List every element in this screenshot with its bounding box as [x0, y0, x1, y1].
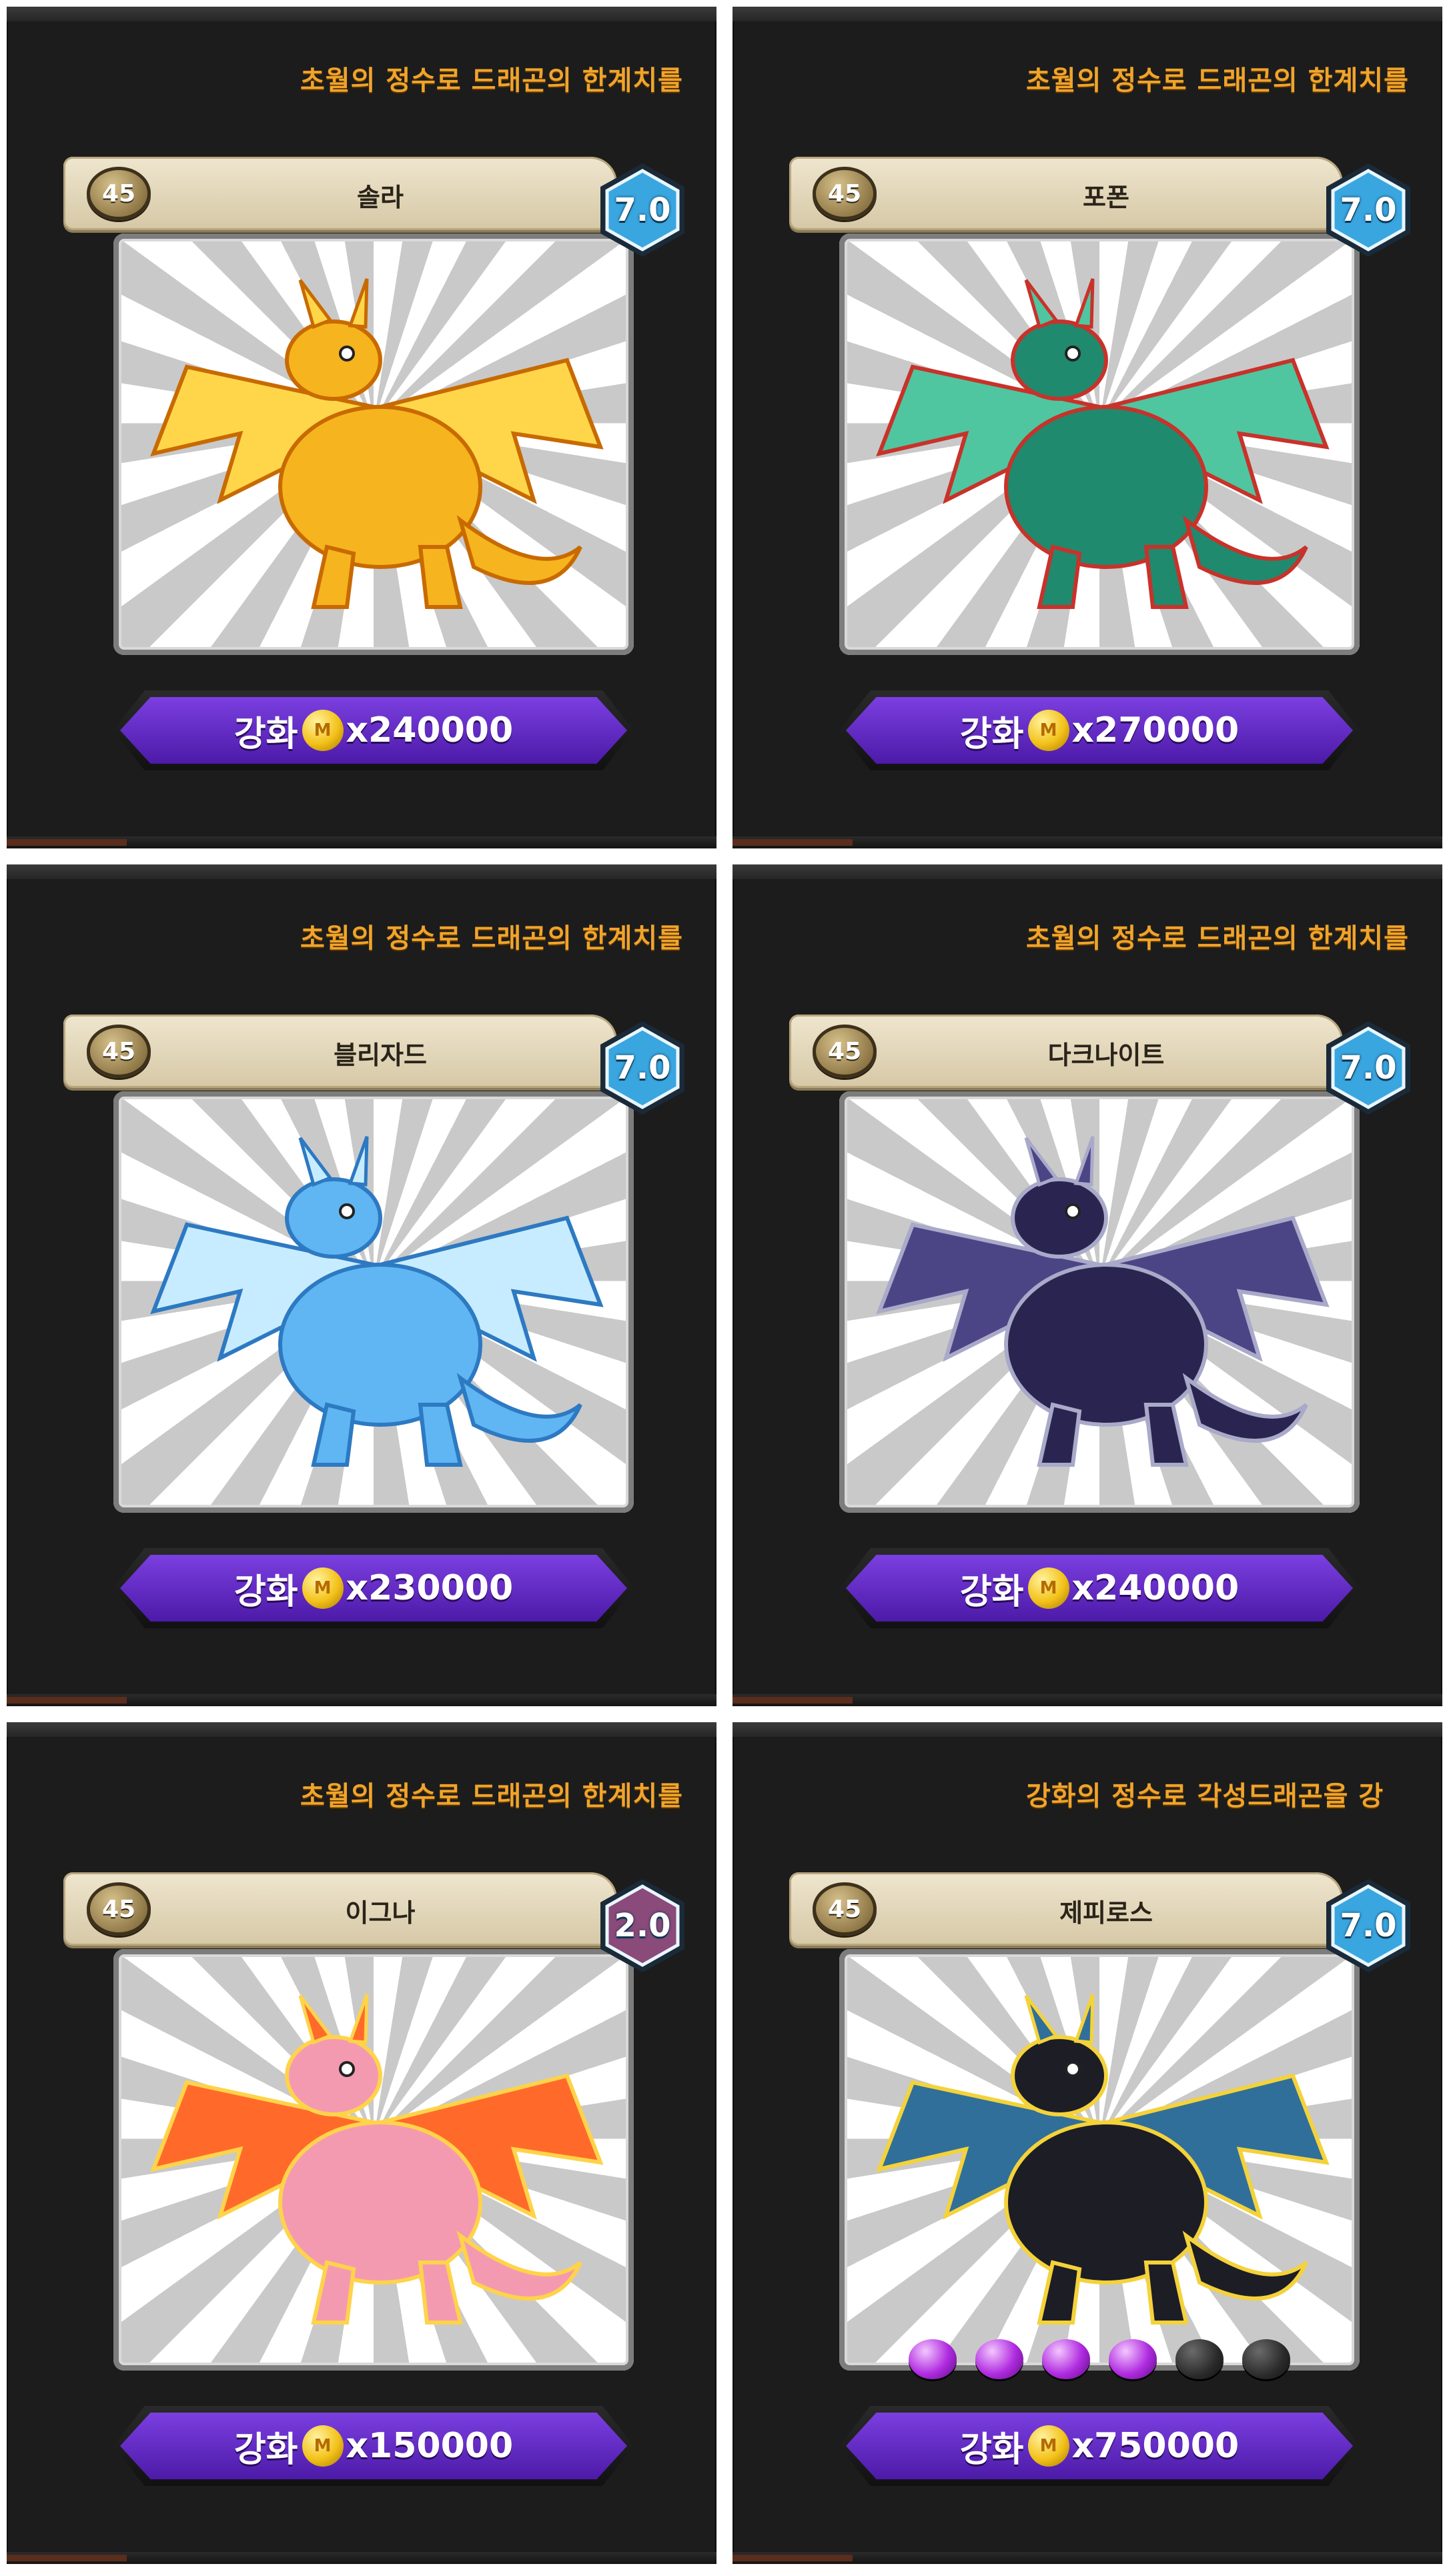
gold-coin-icon [302, 710, 344, 751]
enhance-cost: x270000 [1071, 710, 1240, 750]
grade-badge: 7.0 [1318, 160, 1418, 260]
awakening-pips [893, 2336, 1306, 2383]
empty-pip-icon [1175, 2339, 1224, 2379]
panel-top-bar [733, 7, 1442, 21]
grade-value: 2.0 [614, 1907, 671, 1944]
dragon-name: 블리자드 [334, 1041, 427, 1070]
gold-coin-icon [302, 1567, 344, 1609]
grade-badge: 2.0 [592, 1876, 692, 1976]
dragon-name: 제피로스 [1059, 1898, 1153, 1928]
enhance-button[interactable]: 강화 x270000 [846, 697, 1353, 764]
panel-top-bar [7, 864, 716, 879]
banner-text: 초월의 정수로 드래곤의 한계치를 [300, 923, 683, 954]
gold-coin-icon [1027, 710, 1069, 751]
dragon-panel: 초월의 정수로 드래곤의 한계치를45솔라7.0강화x240000 [7, 7, 716, 848]
filled-pip-icon [975, 2339, 1023, 2379]
enhance-button[interactable]: 강화 x750000 [846, 2413, 1353, 2479]
grade-value: 7.0 [1340, 1907, 1397, 1944]
dragon-name: 포폰 [1083, 183, 1129, 212]
dragon-panel: 초월의 정수로 드래곤의 한계치를45다크나이트7.0강화x240000 [733, 864, 1442, 1706]
gold-coin-icon [302, 2425, 344, 2467]
dragon-portrait-card[interactable] [113, 233, 634, 655]
panel-top-bar [733, 1722, 1442, 1737]
dragon-panel: 강화의 정수로 각성드래곤을 강45제피로스7.0강화x750000 [733, 1722, 1442, 2564]
grade-badge: 7.0 [592, 160, 692, 260]
dragon-portrait-card[interactable] [113, 1949, 634, 2371]
enhance-button[interactable]: 강화 x240000 [846, 1555, 1353, 1622]
dragon-name: 이그나 [345, 1898, 416, 1928]
dragon-panel: 초월의 정수로 드래곤의 한계치를45블리자드7.0강화x230000 [7, 864, 716, 1706]
panel-top-bar [7, 1722, 716, 1737]
panel-bottom-bar [7, 1694, 716, 1706]
dark-knight-dragon-icon [876, 1136, 1330, 1467]
filled-pip-icon [1109, 2339, 1157, 2379]
filled-pip-icon [909, 2339, 957, 2379]
panel-bottom-bar [7, 2552, 716, 2564]
enhance-cost: x230000 [346, 1568, 514, 1608]
panel-top-bar [7, 7, 716, 21]
banner-text: 초월의 정수로 드래곤의 한계치를 [1026, 923, 1409, 954]
dragon-portrait-card[interactable] [839, 233, 1360, 655]
ice-dragon-icon [150, 1136, 604, 1467]
enhance-label: 강화 [233, 1571, 298, 1612]
banner-text: 강화의 정수로 각성드래곤을 강 [1026, 1781, 1384, 1812]
enhance-button[interactable]: 강화 x230000 [120, 1555, 627, 1622]
golden-dragon-icon [150, 278, 604, 609]
enhance-cost: x750000 [1071, 2426, 1240, 2466]
enhance-cost: x150000 [346, 2426, 514, 2466]
banner-text: 초월의 정수로 드래곤의 한계치를 [300, 1781, 683, 1812]
grade-value: 7.0 [614, 191, 671, 229]
gold-coin-icon [1027, 2425, 1069, 2467]
dragon-portrait-card[interactable] [113, 1091, 634, 1513]
banner-text: 초월의 정수로 드래곤의 한계치를 [300, 65, 683, 96]
enhance-label: 강화 [233, 714, 298, 754]
panel-bottom-bar [733, 1694, 1442, 1706]
enhance-label: 강화 [959, 1571, 1024, 1612]
banner-text: 초월의 정수로 드래곤의 한계치를 [1026, 65, 1409, 96]
green-armored-dragon-icon [876, 278, 1330, 609]
black-wind-dragon-icon [876, 1994, 1330, 2325]
grade-value: 7.0 [1340, 1049, 1397, 1087]
dragon-enhance-collage: 초월의 정수로 드래곤의 한계치를45솔라7.0강화x240000초월의 정수로… [0, 0, 1449, 2576]
filled-pip-icon [1042, 2339, 1090, 2379]
panel-bottom-bar [733, 2552, 1442, 2564]
grade-value: 7.0 [614, 1049, 671, 1087]
enhance-label: 강화 [959, 2429, 1024, 2470]
grade-badge: 7.0 [592, 1018, 692, 1118]
dragon-panel: 초월의 정수로 드래곤의 한계치를45포폰7.0강화x270000 [733, 7, 1442, 848]
panel-top-bar [733, 864, 1442, 879]
gold-coin-icon [1027, 1567, 1069, 1609]
enhance-cost: x240000 [346, 710, 514, 750]
enhance-label: 강화 [959, 714, 1024, 754]
enhance-cost: x240000 [1071, 1568, 1240, 1608]
panel-bottom-bar [733, 836, 1442, 848]
dragon-name: 다크나이트 [1047, 1041, 1165, 1070]
dragon-panel: 초월의 정수로 드래곤의 한계치를45이그나2.0강화x150000 [7, 1722, 716, 2564]
panel-bottom-bar [7, 836, 716, 848]
dragon-portrait-card[interactable] [839, 1091, 1360, 1513]
enhance-button[interactable]: 강화 x150000 [120, 2413, 627, 2479]
empty-pip-icon [1242, 2339, 1290, 2379]
grade-badge: 7.0 [1318, 1018, 1418, 1118]
dragon-portrait-card[interactable] [839, 1949, 1360, 2371]
dragon-name: 솔라 [357, 183, 404, 212]
fire-pegasus-dragon-icon [150, 1994, 604, 2325]
grade-badge: 7.0 [1318, 1876, 1418, 1976]
enhance-button[interactable]: 강화 x240000 [120, 697, 627, 764]
enhance-label: 강화 [233, 2429, 298, 2470]
grade-value: 7.0 [1340, 191, 1397, 229]
